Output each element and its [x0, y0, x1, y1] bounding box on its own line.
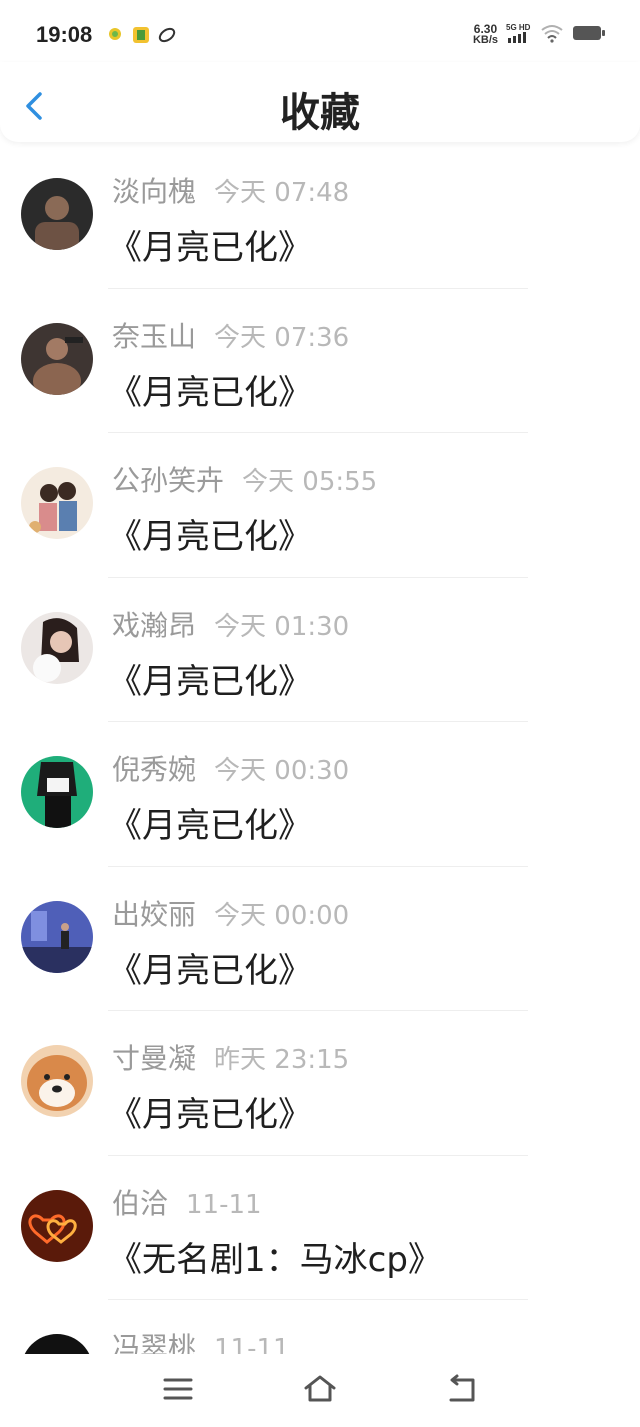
item-meta: 伯洽 11-11: [112, 1182, 262, 1222]
item-title: 《无名剧1：马冰cp》: [108, 1239, 442, 1280]
timestamp: 今天 07:48: [214, 178, 350, 208]
user-name: 出姣丽: [112, 897, 197, 931]
timestamp: 11-11: [186, 1189, 262, 1220]
timestamp: 今天 00:00: [214, 900, 350, 931]
user-name: 淡向槐: [112, 175, 197, 208]
page-title: 收藏: [280, 90, 360, 136]
avatar: [21, 900, 93, 973]
timestamp: 11-11: [214, 1334, 290, 1354]
avatar: [21, 1045, 93, 1117]
timestamp: 今天 01:30: [214, 611, 350, 642]
avatar: [21, 467, 93, 539]
user-name: 公孙笑卉: [112, 464, 225, 497]
item-title: 《月亮已化》: [108, 1095, 312, 1135]
system-nav-bar: [0, 1354, 640, 1427]
menu-button[interactable]: [161, 1372, 195, 1406]
app-notification-icon-2: [132, 26, 150, 44]
user-name: 奈玉山: [112, 319, 197, 353]
list-item[interactable]: 冯翠桃 11-11: [0, 1300, 640, 1354]
list-item[interactable]: 戏瀚昂 今天 01:30 《月亮已化》: [0, 578, 640, 722]
avatar: [21, 611, 93, 684]
menu-icon: [163, 1378, 193, 1400]
user-name: 倪秀婉: [112, 753, 197, 786]
item-title: 《月亮已化》: [108, 228, 312, 268]
item-meta: 戏瀚昂 今天 01:30: [112, 604, 349, 644]
header: 收藏: [0, 62, 640, 142]
avatar: [21, 1189, 93, 1262]
network-speed-unit: KB/s: [472, 34, 498, 46]
app-notification-icon-3: [158, 26, 176, 44]
item-meta: 公孙笑卉 今天 05:55: [112, 459, 377, 499]
avatar: [21, 178, 93, 250]
avatar: [21, 322, 93, 395]
user-name: 冯翠桃: [112, 1331, 197, 1354]
item-title: 《月亮已化》: [108, 661, 312, 702]
timestamp: 今天 05:55: [242, 467, 378, 497]
home-icon: [304, 1375, 336, 1402]
avatar: [21, 756, 93, 828]
item-title: 《月亮已化》: [108, 950, 312, 991]
list-item[interactable]: 淡向槐 今天 07:48 《月亮已化》: [0, 144, 640, 289]
item-title: 《月亮已化》: [108, 806, 312, 846]
notification-icons: [106, 26, 176, 44]
timestamp: 今天 07:36: [214, 322, 350, 353]
list-item[interactable]: 出姣丽 今天 00:00 《月亮已化》: [0, 867, 640, 1011]
status-bar: 19:08 6.30 KB/s 5G HD: [0, 0, 640, 68]
list-item[interactable]: 伯洽 11-11 《无名剧1：马冰cp》: [0, 1156, 640, 1300]
list-item[interactable]: 寸曼凝 昨天 23:15 《月亮已化》: [0, 1011, 640, 1156]
avatar: [21, 1334, 93, 1354]
back-nav-button[interactable]: [445, 1372, 479, 1406]
favorites-list: 淡向槐 今天 07:48 《月亮已化》 奈玉山 今天 07:36 《月亮已化》 …: [0, 144, 640, 1354]
app-notification-icon-1: [106, 26, 124, 44]
signal-icon: 5G HD: [506, 22, 532, 48]
item-meta: 淡向槐 今天 07:48: [112, 170, 349, 210]
item-meta: 奈玉山 今天 07:36: [112, 315, 349, 355]
user-name: 伯洽: [112, 1186, 169, 1220]
battery-icon: [572, 24, 606, 46]
back-icon: [449, 1374, 475, 1402]
item-meta: 冯翠桃 11-11: [112, 1326, 290, 1354]
svg-text:5G HD: 5G HD: [506, 23, 531, 32]
item-title: 《月亮已化》: [108, 517, 312, 557]
status-right: 6.30 KB/s 5G HD: [473, 22, 606, 48]
item-title: 《月亮已化》: [108, 372, 312, 413]
status-time: 19:08: [36, 22, 93, 47]
list-item[interactable]: 倪秀婉 今天 00:30 《月亮已化》: [0, 722, 640, 867]
wifi-icon: [540, 23, 564, 47]
item-meta: 倪秀婉 今天 00:30: [112, 748, 349, 788]
list-item[interactable]: 奈玉山 今天 07:36 《月亮已化》: [0, 289, 640, 433]
item-meta: 出姣丽 今天 00:00: [112, 893, 349, 933]
list-item[interactable]: 公孙笑卉 今天 05:55 《月亮已化》: [0, 433, 640, 578]
home-button[interactable]: [303, 1372, 337, 1406]
user-name: 戏瀚昂: [112, 608, 197, 642]
item-meta: 寸曼凝 昨天 23:15: [112, 1037, 349, 1077]
timestamp: 昨天 23:15: [214, 1045, 350, 1075]
network-speed: 6.30 KB/s: [472, 23, 498, 46]
timestamp: 今天 00:30: [214, 756, 350, 786]
user-name: 寸曼凝: [112, 1042, 197, 1075]
